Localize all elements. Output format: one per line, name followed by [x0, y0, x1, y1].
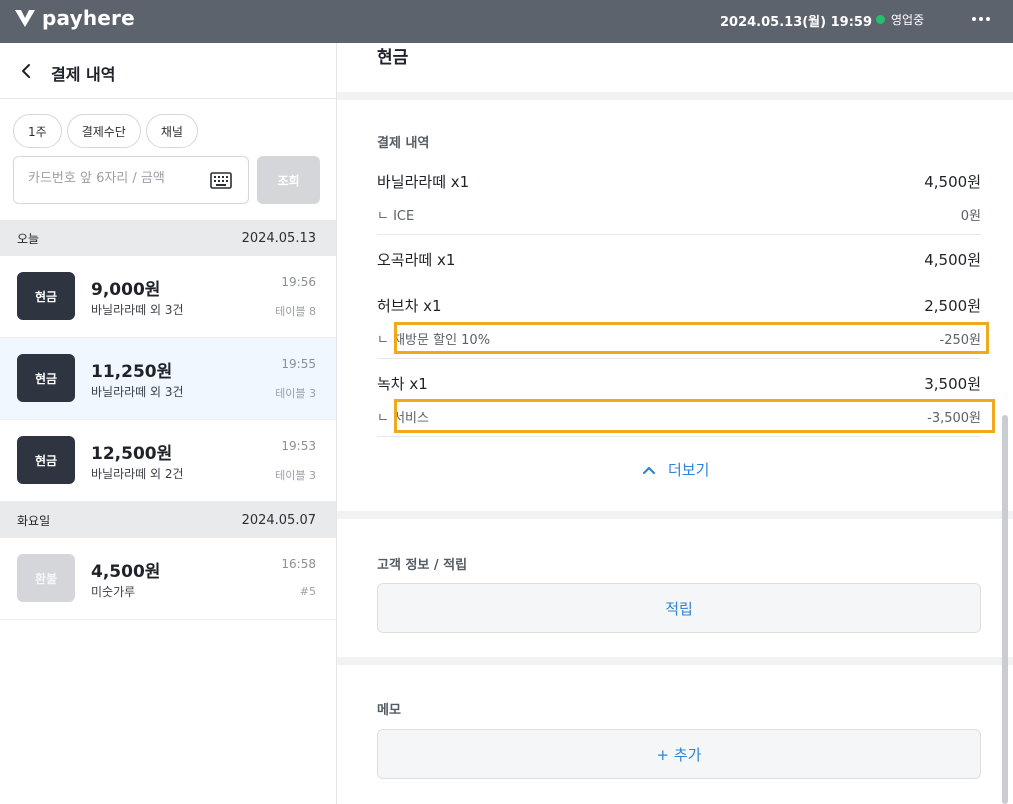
day-date: 2024.05.07	[241, 512, 316, 528]
order-line: 오곡라떼 x1 4,500원	[377, 249, 981, 269]
highlight-box	[394, 399, 995, 433]
memo-section-label: 메모	[377, 703, 401, 718]
transaction-table: 테이블 3	[275, 469, 316, 482]
order-line-price: 4,500원	[924, 251, 981, 269]
current-datetime: 2024.05.13(월) 19:59	[720, 15, 872, 30]
scrollbar[interactable]	[1002, 415, 1008, 804]
option-name: ㄴ ICE	[377, 209, 415, 224]
line-divider	[377, 234, 981, 235]
payment-history-panel: 결제 내역 1주 결제수단 채널 조회 오늘 2024.05.13 현금 9,0…	[0, 43, 337, 804]
transaction-table: #5	[299, 585, 316, 598]
search-input[interactable]	[28, 171, 203, 186]
top-bar: payhere 2024.05.13(월) 19:59 영업중	[0, 0, 1013, 43]
app-logo: payhere	[14, 6, 135, 30]
transaction-amount: 11,250원	[91, 362, 173, 382]
order-line-name: 허브차 x1	[377, 297, 442, 315]
more-horizontal-icon	[972, 17, 976, 21]
transaction-items-summary: 바닐라라떼 외 2건	[91, 467, 184, 481]
order-line-price: 2,500원	[924, 297, 981, 315]
transaction-items-summary: 바닐라라떼 외 3건	[91, 303, 184, 317]
day-label: 오늘	[17, 231, 40, 246]
transaction-time: 19:56	[281, 275, 316, 289]
section-divider	[337, 92, 1013, 100]
transaction-item[interactable]: 현금 12,500원 바닐라라떼 외 2건 19:53 테이블 3	[0, 420, 336, 502]
logo-text: payhere	[42, 6, 135, 30]
transaction-table: 테이블 8	[275, 305, 316, 318]
filter-channel-chip[interactable]: 채널	[145, 114, 198, 148]
order-option-line: ㄴ ICE 0원	[377, 205, 981, 224]
highlight-box	[394, 322, 989, 354]
panel-header: 결제 내역	[0, 43, 336, 99]
payment-method-badge: 현금	[17, 354, 75, 402]
payment-detail-panel: 현금 결제 내역 바닐라라떼 x1 4,500원 ㄴ ICE 0원 오곡라떼 x…	[337, 43, 1013, 804]
more-menu-button[interactable]	[968, 6, 994, 32]
status-dot-icon	[876, 15, 885, 24]
section-divider	[337, 511, 1013, 519]
transaction-items-summary: 미숫가루	[91, 585, 136, 599]
day-date: 2024.05.13	[241, 230, 316, 246]
transaction-time: 19:53	[281, 439, 316, 453]
option-price: 0원	[960, 209, 981, 224]
order-line-price: 3,500원	[924, 375, 981, 393]
keyboard-icon[interactable]	[210, 171, 232, 191]
payment-method-badge: 현금	[17, 272, 75, 320]
payment-method-badge: 현금	[17, 436, 75, 484]
transaction-item[interactable]: 환불 4,500원 미숫가루 16:58 #5	[0, 538, 336, 620]
customer-section-label: 고객 정보 / 적립	[377, 558, 468, 573]
day-group-header: 화요일 2024.05.07	[0, 502, 336, 538]
chevron-left-icon[interactable]	[14, 59, 38, 83]
order-line-price: 4,500원	[924, 173, 981, 191]
transaction-time: 16:58	[281, 557, 316, 571]
filter-payment-method-chip[interactable]: 결제수단	[66, 114, 141, 148]
transaction-items-summary: 바닐라라떼 외 3건	[91, 385, 184, 399]
order-line-name: 바닐라라떼 x1	[377, 173, 470, 191]
line-divider	[377, 358, 981, 359]
day-label: 화요일	[17, 513, 51, 528]
transaction-time: 19:55	[281, 357, 316, 371]
filter-period-chip[interactable]: 1주	[13, 114, 62, 148]
transaction-amount: 12,500원	[91, 444, 173, 464]
status-label: 영업중	[891, 13, 925, 27]
panel-title: 결제 내역	[51, 65, 116, 84]
order-line: 녹차 x1 3,500원	[377, 373, 981, 393]
detail-title: 현금	[377, 48, 409, 68]
filter-chips: 1주 결제수단 채널	[13, 114, 198, 148]
transaction-item[interactable]: 현금 9,000원 바닐라라떼 외 3건 19:56 테이블 8	[0, 256, 336, 338]
order-line-name: 녹차 x1	[377, 375, 428, 393]
chevron-up-icon	[642, 466, 656, 474]
show-more-label: 더보기	[668, 461, 710, 479]
transaction-amount: 9,000원	[91, 280, 161, 300]
payment-section-label: 결제 내역	[377, 136, 430, 151]
payhere-logo-icon	[15, 10, 35, 27]
business-status: 영업중	[876, 11, 924, 28]
order-line-name: 오곡라떼 x1	[377, 251, 456, 269]
section-divider	[337, 657, 1013, 665]
add-memo-button[interactable]: + 추가	[377, 729, 981, 779]
transaction-amount: 4,500원	[91, 562, 161, 582]
transaction-table: 테이블 3	[275, 387, 316, 400]
order-line: 바닐라라떼 x1 4,500원	[377, 171, 981, 191]
order-line: 허브차 x1 2,500원	[377, 295, 981, 315]
search-box	[13, 156, 249, 204]
payment-method-badge: 환불	[17, 554, 75, 602]
line-divider	[377, 436, 981, 437]
transaction-item-selected[interactable]: 현금 11,250원 바닐라라떼 외 3건 19:55 테이블 3	[0, 338, 336, 420]
search-button[interactable]: 조회	[257, 156, 320, 204]
show-more-button[interactable]: 더보기	[642, 459, 709, 480]
earn-points-button[interactable]: 적립	[377, 583, 981, 633]
day-group-header: 오늘 2024.05.13	[0, 220, 336, 256]
